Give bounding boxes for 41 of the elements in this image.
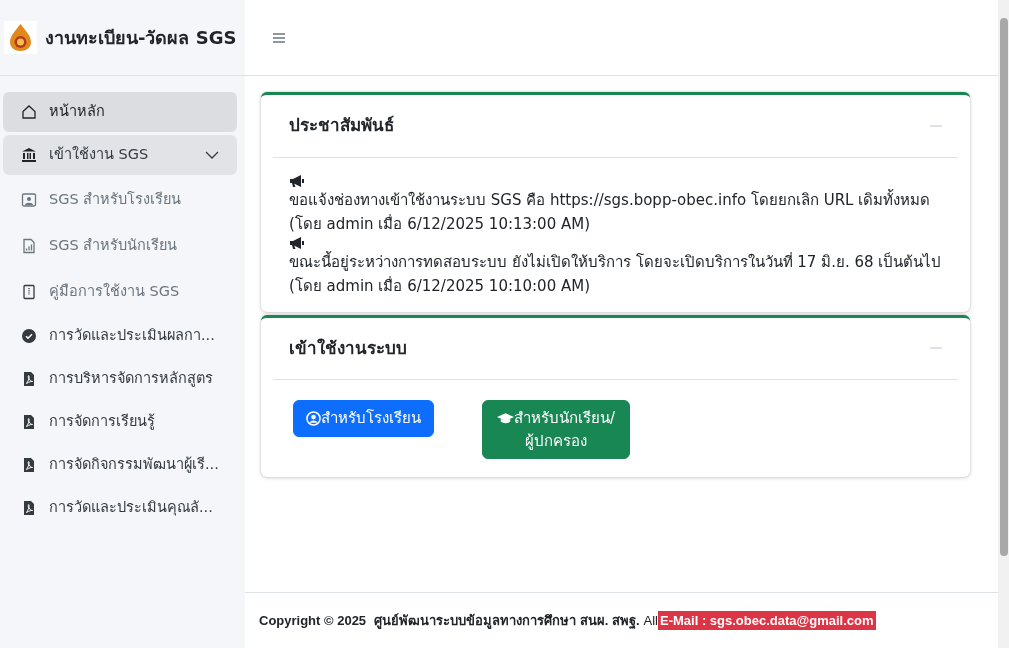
sidebar-item[interactable]: หน้าหลัก	[3, 92, 237, 132]
pdf-file-icon	[21, 500, 37, 516]
sidebar-item[interactable]: คู่มือการใช้งาน SGS	[3, 270, 237, 313]
emblem-icon	[4, 21, 37, 54]
card-title: เข้าใช้งานระบบ	[289, 336, 407, 360]
announcement-text: ขณะนี้อยู่ระหว่างการทดสอบระบบ ยังไม่เปิดให้บริการ โดยจะเปิดบริการในวันที่ 17 มิ.ย. 68 เป็นต้นไป (โดย admin เมื่อ 6/12/2025 10:10:00 AM)	[289, 250, 942, 297]
user-circle-icon	[306, 411, 321, 426]
graduation-cap-icon	[496, 412, 514, 425]
sidebar-item[interactable]: การวัดและประเมินคุณลั...	[3, 488, 237, 528]
copyright-text: Copyright © 2025	[259, 611, 367, 630]
chart-file-icon	[21, 237, 37, 254]
sidebar-item[interactable]: SGS สำหรับนักเรียน	[3, 224, 237, 267]
megaphone-icon	[289, 173, 305, 188]
announcement-text: ขอแจ้งช่องทางเข้าใช้งานระบบ SGS คือ https://sgs.bopp-obec.info โดยยกเลิก URL เดิมทั้งหมด (โดย admin เมื่อ 6/12/2025 10:13:00 AM)	[289, 188, 932, 235]
chevron-icon	[205, 151, 219, 159]
sidebar-item[interactable]: การจัดกิจกรรมพัฒนาผู้เรี...	[3, 445, 237, 485]
sidebar-item[interactable]: การบริหารจัดการหลักสูตร	[3, 359, 237, 399]
card-title: ประชาสัมพันธ์	[289, 114, 394, 137]
email-address: E-Mail : sgs.obec.data@gmail.com	[658, 610, 876, 630]
menu-icon[interactable]	[273, 32, 285, 43]
sidebar-item[interactable]: SGS สำหรับโรงเรียน	[3, 178, 237, 221]
scrollbar[interactable]	[998, 0, 1009, 648]
pdf-file-icon	[21, 457, 37, 473]
home-icon	[21, 104, 37, 120]
check-badge-icon	[21, 328, 37, 344]
pdf-file-icon	[21, 414, 37, 430]
pdf-file-icon	[21, 371, 37, 387]
login-button[interactable]: สำหรับโรงเรียน	[293, 400, 434, 437]
megaphone-icon	[289, 235, 305, 250]
sidebar-item[interactable]: เข้าใช้งาน SGS	[3, 135, 237, 175]
rights-text: All	[643, 611, 658, 630]
sidebar-item[interactable]: การวัดและประเมินผลกา...	[3, 316, 237, 356]
app-title: งานทะเบียน-วัดผล SGS	[45, 26, 237, 50]
bank-icon	[21, 147, 37, 163]
document-icon	[21, 283, 37, 300]
organization-name: ศูนย์พัฒนาระบบข้อมูลทางการศึกษา สนผ. สพฐ.	[374, 611, 640, 630]
sidebar-item[interactable]: การจัดการเรียนรู้	[3, 402, 237, 442]
login-button[interactable]: สำหรับนักเรียน/ผู้ปกครอง	[482, 400, 630, 459]
collapse-icon[interactable]	[930, 347, 942, 350]
collapse-icon[interactable]	[930, 124, 942, 127]
person-card-icon	[21, 191, 37, 208]
